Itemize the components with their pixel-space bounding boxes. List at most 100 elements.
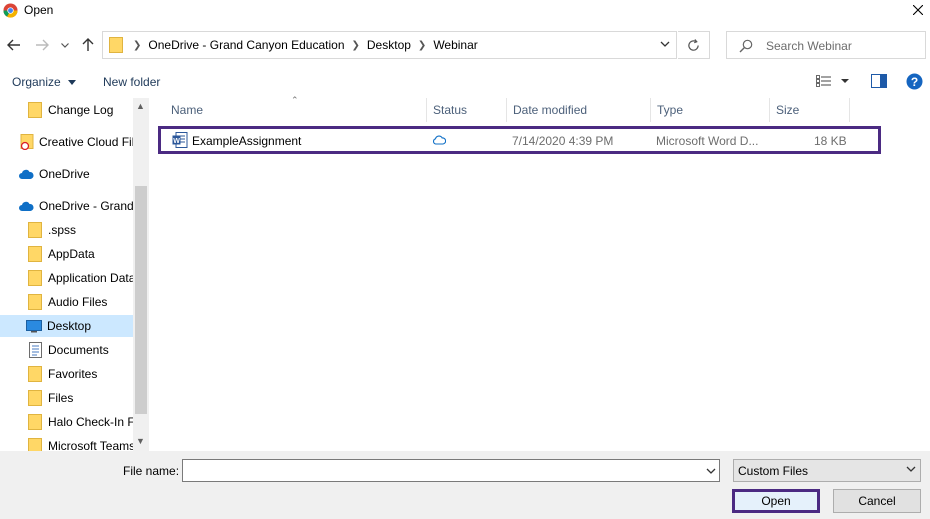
nav-scrollbar[interactable]: ▲ ▼ (133, 98, 149, 451)
nav-item-label: OneDrive (39, 167, 90, 181)
new-folder-button[interactable]: New folder (103, 75, 160, 89)
folder-icon (109, 37, 123, 53)
nav-item-label: OneDrive - Grand (39, 199, 133, 213)
file-type: Microsoft Word D... (656, 134, 759, 148)
folder-icon (27, 270, 43, 286)
folder-icon (27, 366, 43, 382)
window-title: Open (24, 3, 54, 17)
breadcrumb-separator: ❯ (351, 39, 360, 51)
nav-item-label: Halo Check-In F (48, 415, 133, 429)
nav-item-label: Microsoft Teams (48, 439, 133, 451)
nav-item-label: Change Log (48, 103, 114, 117)
nav-item-onedrive-grand[interactable]: OneDrive - Grand (0, 195, 133, 217)
nav-item-files[interactable]: Files (0, 387, 133, 409)
nav-item-favorites[interactable]: Favorites (0, 363, 133, 385)
folder-icon (27, 294, 43, 310)
breadcrumb-separator: ❯ (417, 39, 427, 51)
nav-item-label: AppData (48, 247, 95, 261)
nav-item-documents[interactable]: Documents (0, 339, 133, 361)
refresh-icon (688, 38, 699, 51)
breadcrumb-desktop[interactable]: Desktop (367, 38, 411, 52)
file-list: ⌃ Name Status Date modified Type Size W … (150, 95, 930, 451)
scroll-down-arrow-icon[interactable]: ▼ (136, 436, 145, 446)
column-header-date-modified[interactable]: Date modified (507, 98, 651, 122)
preview-pane-button[interactable] (871, 74, 887, 91)
cancel-button[interactable]: Cancel (833, 489, 921, 513)
cloud-icon (18, 166, 34, 182)
nav-item-label: .spss (48, 223, 77, 237)
column-header-status[interactable]: Status (427, 98, 507, 122)
nav-item-onedrive[interactable]: OneDrive (0, 163, 133, 185)
column-header-size[interactable]: Size (770, 98, 850, 122)
file-row-exampleassignment[interactable]: W ExampleAssignment 7/14/2020 4:39 PM Mi… (158, 126, 881, 154)
folder-icon (27, 390, 43, 406)
file-name: ExampleAssignment (192, 134, 302, 148)
cloud-icon (18, 198, 34, 214)
open-button[interactable]: Open (732, 489, 820, 513)
arrow-right-icon (36, 39, 49, 51)
preview-pane-icon (871, 74, 887, 88)
organize-button[interactable]: Organize (12, 75, 77, 89)
title-bar: Open (0, 0, 930, 22)
caret-down-icon (68, 80, 77, 86)
file-date-modified: 7/14/2020 4:39 PM (512, 134, 614, 148)
folder-icon (27, 414, 43, 430)
breadcrumb: ❯ OneDrive - Grand Canyon Education ❯ De… (126, 38, 478, 52)
nav-item-label: Audio Files (48, 295, 108, 309)
change-view-button[interactable] (816, 74, 854, 91)
search-placeholder: Search Webinar (766, 39, 852, 53)
file-name-input[interactable] (182, 459, 720, 482)
folder-icon (27, 246, 43, 262)
nav-item-halo-check-in[interactable]: Halo Check-In F (0, 411, 133, 433)
file-type-select[interactable]: Custom Files (733, 459, 921, 482)
nav-item-label: Application Data (48, 271, 133, 285)
breadcrumb-separator: ❯ (133, 39, 142, 51)
breadcrumb-webinar[interactable]: Webinar (433, 38, 477, 52)
nav-item-creative-cloud[interactable]: Creative Cloud Fil (0, 131, 133, 153)
nav-item-label: Creative Cloud Fil (39, 135, 133, 149)
nav-item-microsoft-teams[interactable]: Microsoft Teams (0, 435, 133, 451)
nav-item-label: Desktop (47, 319, 92, 333)
nav-item-application-data[interactable]: Application Data (0, 267, 133, 289)
nav-item-spss[interactable]: .spss (0, 219, 133, 241)
forward-button[interactable] (33, 36, 51, 54)
column-header-name[interactable]: Name (165, 98, 427, 122)
file-name-label: File name: (123, 464, 180, 478)
search-box[interactable]: Search Webinar (726, 31, 926, 59)
organize-label: Organize (12, 75, 61, 89)
command-bar: Organize New folder ? (0, 68, 930, 96)
refresh-button[interactable] (678, 31, 710, 59)
chevron-down-icon (61, 42, 69, 48)
up-button[interactable] (79, 36, 97, 54)
nav-item-desktop[interactable]: Desktop (0, 315, 133, 337)
nav-item-label: Documents (48, 343, 109, 357)
svg-text:W: W (173, 138, 180, 145)
nav-item-appdata[interactable]: AppData (0, 243, 133, 265)
address-bar[interactable]: ❯ OneDrive - Grand Canyon Education ❯ De… (102, 31, 677, 59)
breadcrumb-onedrive[interactable]: OneDrive - Grand Canyon Education (148, 38, 344, 52)
column-header-type[interactable]: Type (651, 98, 770, 122)
file-type-value: Custom Files (738, 464, 809, 478)
help-icon: ? (906, 73, 923, 90)
close-button[interactable] (908, 0, 928, 20)
details-view-icon (816, 75, 849, 87)
chevron-down-icon (906, 466, 916, 472)
scroll-up-arrow-icon[interactable]: ▲ (136, 101, 145, 111)
word-document-icon: W (172, 132, 188, 148)
scrollbar-thumb[interactable] (135, 186, 147, 414)
desktop-icon (26, 318, 42, 334)
chevron-down-icon[interactable] (660, 39, 670, 49)
chrome-icon (3, 3, 18, 18)
back-button[interactable] (5, 36, 23, 54)
nav-item-label: Files (48, 391, 74, 405)
chevron-down-icon[interactable] (706, 467, 716, 475)
dialog-footer: File name: Custom Files Open Cancel (0, 451, 930, 519)
nav-item-audio-files[interactable]: Audio Files (0, 291, 133, 313)
nav-item-change-log[interactable]: Change Log (0, 99, 133, 121)
creative-cloud-folder-icon (19, 134, 35, 150)
help-button[interactable]: ? (906, 73, 923, 93)
folder-icon (27, 102, 43, 118)
cloud-status-icon (432, 135, 446, 145)
documents-icon (27, 342, 43, 358)
recent-locations-button[interactable] (58, 36, 72, 54)
